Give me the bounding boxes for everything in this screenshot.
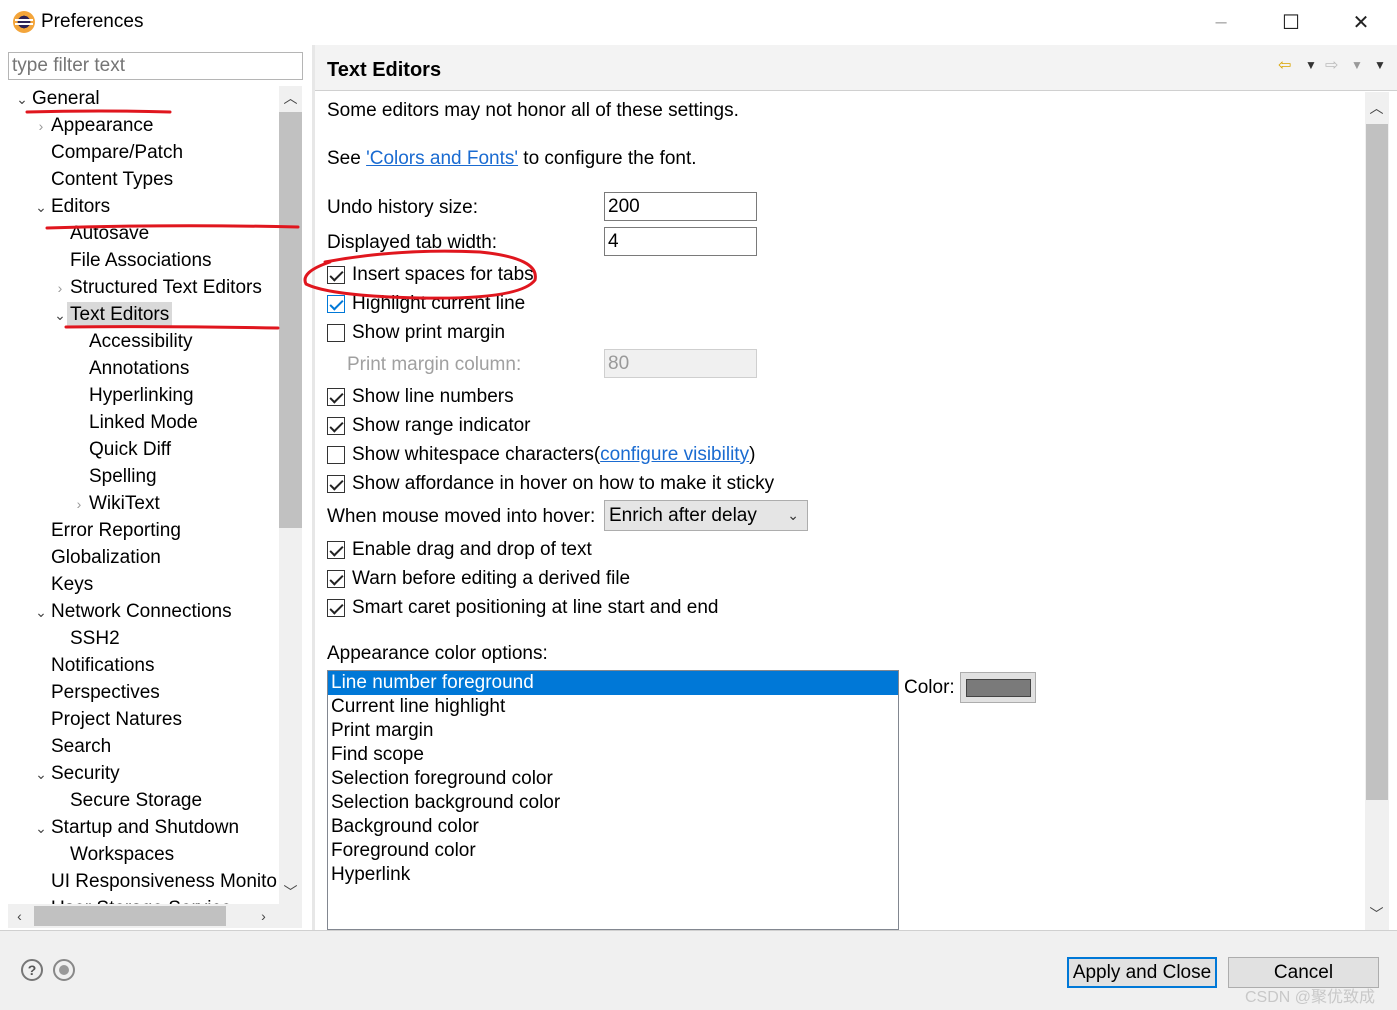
list-item[interactable]: Foreground color [328, 839, 898, 863]
page-header: Text Editors ⇦ ▼ ⇨ ▼ ▼ [315, 45, 1397, 91]
chevron-down-icon: ⌄ [787, 507, 799, 523]
forward-arrow-icon[interactable]: ⇨ [1325, 55, 1338, 75]
scroll-down-icon[interactable]: ﹀ [1365, 902, 1388, 926]
show-range-checkbox[interactable]: Show range indicator [327, 413, 531, 438]
chevron-right-icon[interactable]: › [53, 281, 67, 295]
minimize-icon[interactable]: – [1201, 8, 1241, 36]
list-item[interactable]: Hyperlink [328, 863, 898, 887]
scroll-thumb[interactable] [279, 112, 302, 528]
appearance-label: Appearance color options: [327, 643, 548, 664]
show-affordance-checkbox[interactable]: Show affordance in hover on how to make … [327, 471, 774, 496]
list-item[interactable]: Background color [328, 815, 898, 839]
colors-and-fonts-link[interactable]: 'Colors and Fonts' [366, 148, 518, 169]
checkbox-checked-icon[interactable] [327, 598, 345, 617]
scroll-down-icon[interactable]: ﹀ [279, 880, 302, 904]
checkbox-checked-icon[interactable] [327, 387, 345, 406]
apply-and-close-button[interactable]: Apply and Close [1067, 957, 1217, 988]
preference-tree: ⌄ General › Appearance Compare/Patch Conte… [15, 88, 278, 904]
show-line-numbers-checkbox[interactable]: Show line numbers [327, 384, 514, 409]
color-options-list[interactable]: Line number foreground Current line high… [327, 670, 899, 930]
chevron-down-icon[interactable]: ⌄ [53, 308, 67, 322]
maximize-icon[interactable]: ☐ [1271, 8, 1311, 36]
chevron-right-icon[interactable]: › [72, 497, 86, 511]
show-print-margin-checkbox[interactable]: Show print margin [327, 320, 505, 345]
checkbox-checked-icon[interactable] [327, 474, 345, 493]
insert-spaces-checkbox[interactable]: Insert spaces for tabs [327, 262, 534, 287]
watermark: CSDN @聚优致成 [1245, 989, 1376, 1006]
undo-history-input[interactable]: 200 [604, 192, 757, 221]
text-editors-page: Some editors may not honor all of these … [315, 92, 1365, 930]
scroll-thumb[interactable] [34, 906, 226, 926]
highlight-line-checkbox[interactable]: Highlight current line [327, 291, 525, 316]
window-title: Preferences [41, 11, 144, 32]
print-margin-input[interactable]: 80 [604, 349, 757, 378]
page-title: Text Editors [327, 59, 442, 81]
checkbox-unchecked-icon[interactable] [327, 445, 345, 464]
warn-derived-checkbox[interactable]: Warn before editing a derived file [327, 566, 630, 591]
back-arrow-icon[interactable]: ⇦ [1278, 55, 1291, 75]
configure-visibility-link[interactable]: configure visibility [600, 444, 749, 466]
checkbox-checked-icon[interactable] [327, 294, 345, 313]
show-whitespace-checkbox[interactable]: Show whitespace characters (configure vi… [327, 442, 755, 467]
chevron-down-icon[interactable]: ⌄ [34, 200, 48, 214]
list-item[interactable]: Find scope [328, 743, 898, 767]
undo-history-label: Undo history size: [327, 197, 479, 218]
tree-vertical-scrollbar[interactable]: ︿ ﹀ [279, 86, 302, 904]
color-swatch [966, 679, 1031, 697]
tree-horizontal-scrollbar[interactable]: ‹ › [8, 904, 279, 928]
hover-label: When mouse moved into hover: [327, 506, 596, 527]
chevron-down-icon[interactable]: ⌄ [34, 821, 48, 835]
tab-width-input[interactable]: 4 [604, 227, 757, 256]
page-vertical-scrollbar[interactable]: ︿ ﹀ [1365, 92, 1389, 930]
scroll-up-icon[interactable]: ︿ [279, 86, 302, 110]
title-bar: Preferences – ☐ ✕ [0, 0, 1397, 45]
checkbox-checked-icon[interactable] [327, 569, 345, 588]
list-item[interactable]: Selection foreground color [328, 767, 898, 791]
dialog-button-bar: ? Apply and Close Cancel CSDN @聚优致成 [0, 930, 1397, 1010]
scroll-right-icon[interactable]: › [252, 904, 275, 928]
back-menu-icon[interactable]: ▼ [1305, 58, 1317, 72]
scroll-thumb[interactable] [1366, 124, 1388, 800]
scroll-left-icon[interactable]: ‹ [8, 904, 31, 928]
chevron-down-icon[interactable]: ⌄ [34, 605, 48, 619]
checkbox-checked-icon[interactable] [327, 416, 345, 435]
chevron-right-icon[interactable]: › [34, 119, 48, 133]
hover-select[interactable]: Enrich after delay ⌄ [604, 500, 808, 531]
smart-caret-checkbox[interactable]: Smart caret positioning at line start an… [327, 595, 718, 620]
tab-width-label: Displayed tab width: [327, 232, 498, 253]
filter-input[interactable] [8, 52, 303, 80]
color-label: Color: [904, 677, 955, 698]
drag-drop-checkbox[interactable]: Enable drag and drop of text [327, 537, 592, 562]
checkbox-checked-icon[interactable] [327, 540, 345, 559]
scroll-up-icon[interactable]: ︿ [1365, 96, 1388, 120]
close-icon[interactable]: ✕ [1341, 8, 1381, 36]
list-item[interactable]: Line number foreground [328, 671, 898, 695]
print-margin-label: Print margin column: [347, 354, 522, 375]
eclipse-icon [13, 11, 35, 33]
forward-menu-icon[interactable]: ▼ [1351, 58, 1363, 72]
list-item[interactable]: Print margin [328, 719, 898, 743]
chevron-down-icon[interactable]: ⌄ [15, 92, 29, 106]
intro-text: Some editors may not honor all of these … [327, 100, 739, 121]
chevron-down-icon[interactable]: ⌄ [34, 767, 48, 781]
color-picker-button[interactable] [960, 672, 1036, 703]
view-menu-icon[interactable]: ▼ [1374, 58, 1386, 72]
record-icon[interactable] [53, 959, 75, 981]
checkbox-checked-icon[interactable] [327, 265, 345, 284]
checkbox-unchecked-icon[interactable] [327, 323, 345, 342]
list-item[interactable]: Current line highlight [328, 695, 898, 719]
help-icon[interactable]: ? [21, 959, 43, 981]
scroll-corner [279, 904, 302, 928]
list-item[interactable]: Selection background color [328, 791, 898, 815]
font-hint: See 'Colors and Fonts' to configure the … [327, 148, 697, 169]
